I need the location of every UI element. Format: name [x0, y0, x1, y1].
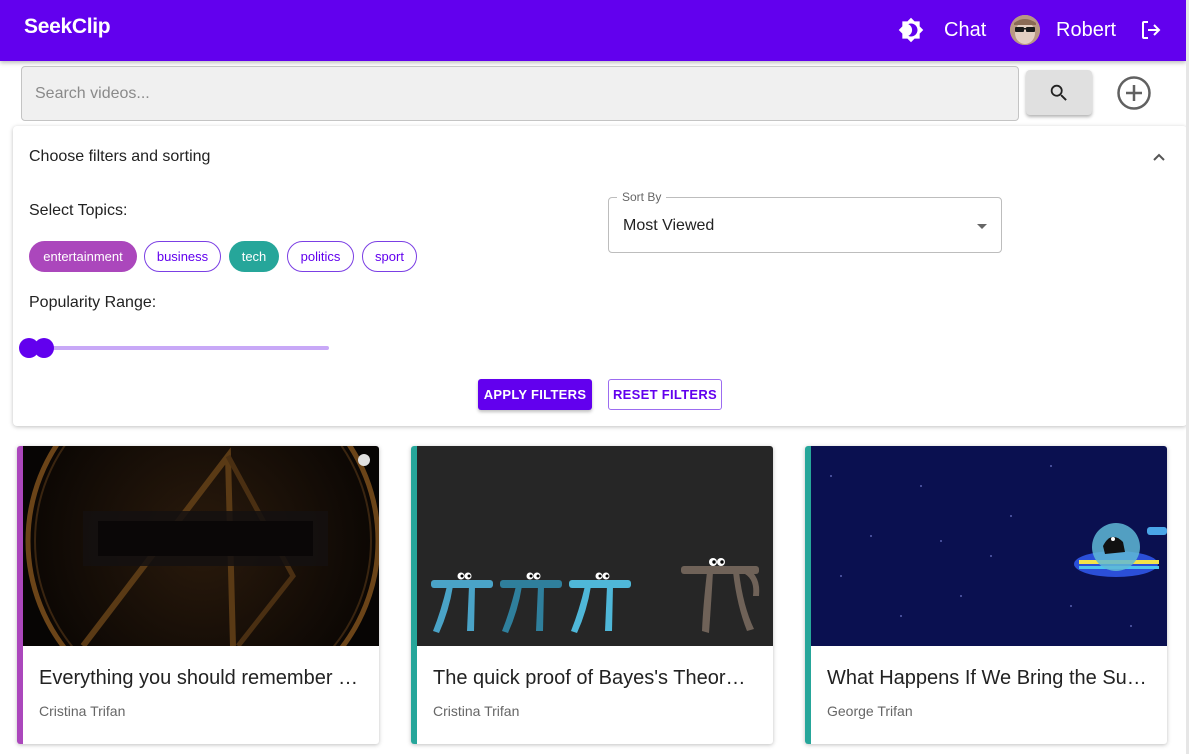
apply-filters-button[interactable]: APPLY FILTERS	[478, 379, 592, 410]
popularity-label: Popularity Range:	[29, 294, 157, 311]
video-thumbnail[interactable]	[23, 446, 379, 646]
search-field[interactable]	[21, 66, 1019, 121]
topic-chip-politics[interactable]: politics	[287, 241, 354, 272]
avatar[interactable]	[1010, 15, 1040, 45]
video-author: George Trifan	[827, 703, 913, 719]
video-author: Cristina Trifan	[39, 703, 126, 719]
sort-by-label: Sort By	[617, 190, 667, 204]
popularity-slider-max-thumb[interactable]	[34, 338, 54, 358]
video-card[interactable]: Everything you should remember … Cristin…	[17, 446, 379, 744]
video-thumbnail[interactable]	[811, 446, 1167, 646]
filters-panel: Choose filters and sorting Select Topics…	[13, 126, 1187, 426]
popularity-slider-rail[interactable]	[39, 346, 329, 350]
video-card[interactable]: What Happens If We Bring the Su… George …	[805, 446, 1167, 744]
filters-title[interactable]: Choose filters and sorting	[29, 148, 210, 166]
user-name[interactable]: Robert	[1056, 19, 1116, 42]
chat-link[interactable]: Chat	[944, 19, 986, 42]
app-logo[interactable]: SeekClip	[24, 15, 111, 39]
video-author: Cristina Trifan	[433, 703, 520, 719]
video-thumbnail[interactable]	[417, 446, 773, 646]
topic-chip-sport[interactable]: sport	[362, 241, 417, 272]
video-card[interactable]: The quick proof of Bayes's Theore… Crist…	[411, 446, 773, 744]
topics-label: Select Topics:	[29, 202, 128, 219]
app-bar: SeekClip Chat Robert	[0, 0, 1186, 61]
logout-icon[interactable]	[1139, 18, 1163, 42]
sort-by-select[interactable]: Sort By Most Viewed	[608, 190, 1002, 253]
search-icon	[1050, 84, 1067, 101]
search-button[interactable]	[1026, 70, 1092, 115]
reset-filters-button[interactable]: RESET FILTERS	[608, 379, 722, 410]
topic-chip-tech[interactable]: tech	[229, 241, 279, 272]
theme-toggle-icon[interactable]	[898, 17, 924, 43]
sort-by-value: Most Viewed	[623, 217, 715, 234]
video-title[interactable]: What Happens If We Bring the Su…	[827, 667, 1149, 690]
add-video-icon[interactable]	[1116, 75, 1152, 111]
video-title[interactable]: Everything you should remember …	[39, 667, 361, 690]
topic-chip-business[interactable]: business	[144, 241, 221, 272]
chevron-up-icon[interactable]	[1151, 150, 1167, 162]
dropdown-arrow-icon	[977, 224, 987, 229]
search-input[interactable]	[22, 67, 1018, 120]
topic-chip-entertainment[interactable]: entertainment	[29, 241, 137, 272]
video-title[interactable]: The quick proof of Bayes's Theore…	[433, 667, 755, 690]
